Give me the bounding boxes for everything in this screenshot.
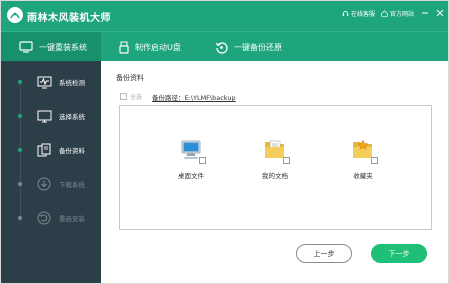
official-site-label: 官方网站 (389, 10, 414, 18)
documents-folder-icon (262, 136, 290, 164)
favorites-folder-icon (350, 136, 378, 164)
tab-label: 一键重装系统 (39, 42, 87, 52)
title-bar: 雨林木风装机大师 在线客服 官方网站 (1, 1, 448, 31)
step-dot (18, 182, 22, 186)
download-icon (36, 176, 52, 192)
minimize-icon (421, 12, 428, 14)
backup-item-favorites[interactable]: 收藏夹 (333, 136, 393, 186)
step-dot (18, 114, 22, 118)
select-all-checkbox[interactable]: 全选 (120, 92, 142, 101)
previous-step-button[interactable]: 上一步 (296, 244, 352, 263)
backup-item-documents[interactable]: 我的文档 (245, 136, 305, 186)
online-service-link[interactable]: 在线客服 (342, 9, 375, 18)
app-logo-icon (7, 7, 23, 23)
main-nav: 一键重装系统 制作启动U盘 一键备份还原 (1, 31, 448, 62)
backup-path-label: 备份路径： (152, 94, 185, 102)
select-all-label: 全选 (130, 94, 143, 101)
item-checkbox[interactable] (199, 157, 206, 164)
restore-icon (215, 41, 228, 54)
checkbox[interactable] (120, 93, 127, 100)
tab-backup-restore[interactable]: 一键备份还原 (215, 32, 282, 62)
close-icon (436, 9, 443, 17)
close-button[interactable] (435, 9, 444, 18)
page-title: 备份资料 (116, 74, 144, 82)
step-dot (18, 216, 22, 220)
online-service-label: 在线客服 (350, 10, 375, 18)
headset-icon (342, 10, 349, 16)
step-label: 下载系统 (59, 181, 85, 189)
tab-make-usb[interactable]: 制作启动U盘 (119, 32, 181, 62)
file-label: 收藏夹 (353, 172, 373, 180)
backup-path[interactable]: 备份路径：E:\YLMF\backup (152, 92, 236, 102)
step-download-system: 下载系统 (1, 167, 101, 201)
file-label: 我的文档 (262, 172, 288, 180)
step-label: 选择系统 (59, 113, 85, 121)
app-title: 雨林木风装机大师 (27, 13, 111, 24)
backup-items-panel: 桌面文件 我的文档 收藏夹 (119, 105, 432, 230)
tab-label: 一键备份还原 (234, 42, 282, 52)
step-label: 重启安装 (59, 215, 85, 223)
backup-item-desktop[interactable]: 桌面文件 (161, 136, 221, 186)
file-label: 桌面文件 (178, 172, 204, 180)
restart-icon (36, 210, 52, 226)
desktop-icon (36, 108, 52, 124)
step-label: 系统检测 (59, 79, 85, 87)
usb-icon (119, 41, 129, 54)
step-backup-data: 备份资料 (1, 133, 101, 167)
tab-label: 制作启动U盘 (135, 42, 181, 52)
step-label: 备份资料 (59, 147, 85, 155)
backup-path-value[interactable]: E:\YLMF\backup (185, 94, 236, 102)
minimize-button[interactable] (420, 9, 429, 18)
step-select-system: 选择系统 (1, 99, 101, 133)
next-step-button[interactable]: 下一步 (371, 244, 427, 263)
item-checkbox[interactable] (371, 157, 378, 164)
official-site-link[interactable]: 官方网站 (381, 9, 414, 18)
step-system-check: 系统检测 (1, 65, 101, 99)
installer-window: 雨林木风装机大师 在线客服 官方网站 一键重装系统 制作启动U盘 一键备份还原 … (0, 0, 449, 284)
tab-one-click-reinstall[interactable]: 一键重装系统 (1, 32, 101, 62)
step-sidebar: 系统检测 选择系统 备份资料 下载系统 重启安装 (1, 61, 101, 283)
monitor-icon (19, 41, 33, 53)
home-icon (381, 9, 388, 17)
step-restart-install: 重启安装 (1, 201, 101, 235)
documents-icon (36, 142, 52, 158)
item-checkbox[interactable] (283, 157, 290, 164)
step-dot (18, 80, 22, 84)
step-dot (18, 148, 22, 152)
pulse-monitor-icon (36, 74, 52, 90)
desktop-computer-icon (178, 136, 206, 164)
